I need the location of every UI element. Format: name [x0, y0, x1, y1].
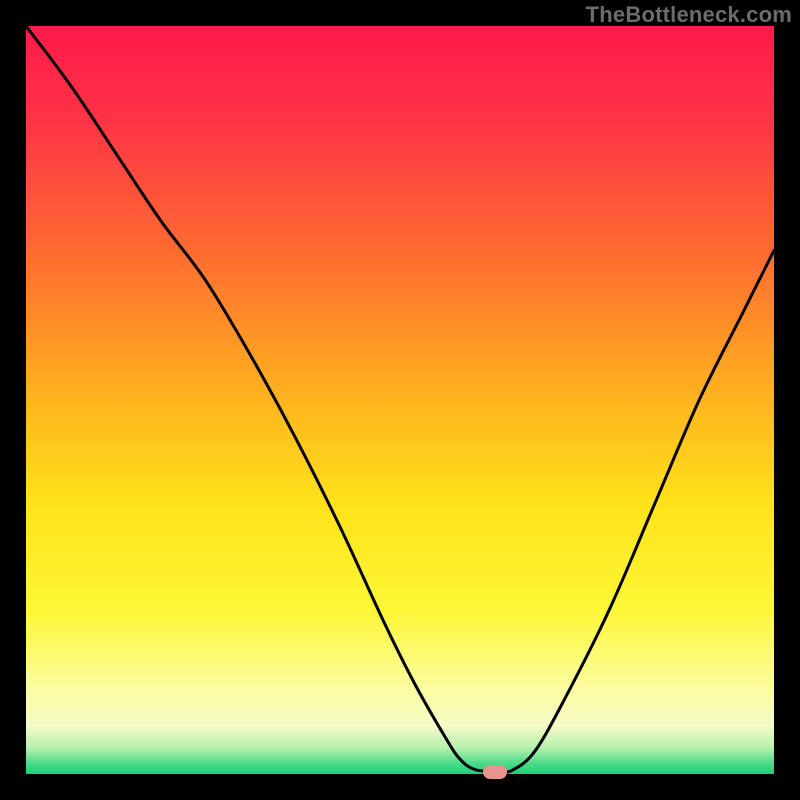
- optimum-marker: [483, 765, 507, 779]
- chart-svg: [0, 0, 800, 800]
- chart-stage: TheBottleneck.com: [0, 0, 800, 800]
- plot-area: [26, 26, 774, 774]
- watermark-text: TheBottleneck.com: [586, 2, 792, 28]
